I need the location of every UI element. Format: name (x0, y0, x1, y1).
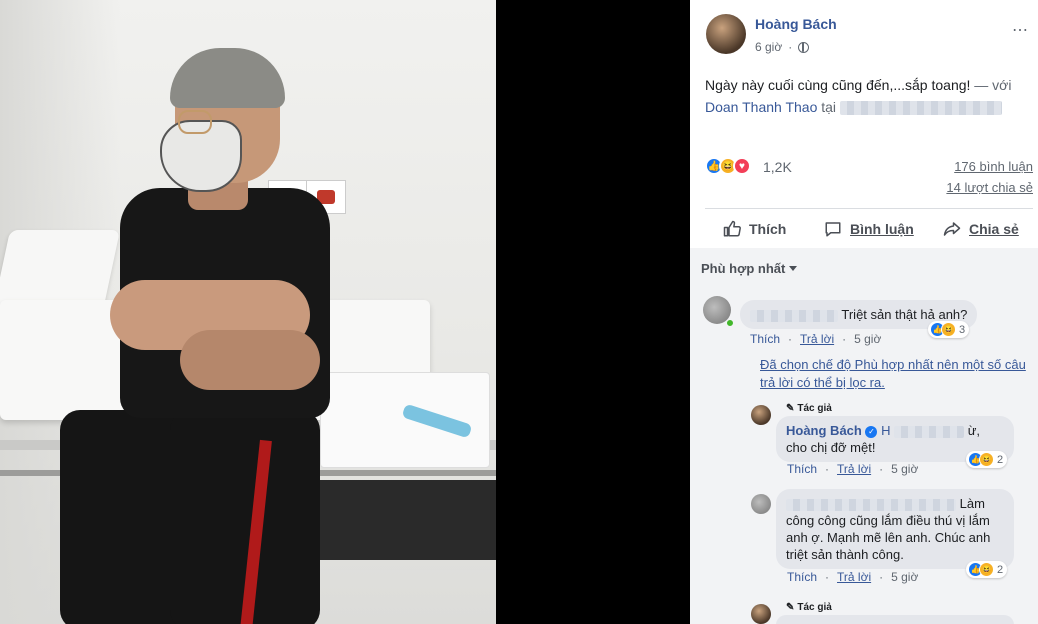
comment-time[interactable]: 5 giờ (854, 332, 881, 346)
blurred-commenter-name[interactable] (750, 309, 838, 322)
photo-hair (170, 48, 285, 108)
post-panel: Hoàng Bách 6 giờ · ⋯ Ngày này cuối cùng … (690, 0, 1038, 624)
blurred-commenter-name[interactable] (786, 498, 956, 511)
reply-avatar[interactable] (751, 494, 771, 514)
reply-text-b: công công cũng lắm điều thú vị lắm anh ợ… (786, 513, 991, 562)
author-tag-label: Tác giả (797, 602, 832, 613)
thumbs-up-icon (723, 220, 741, 237)
blurred-text (894, 425, 965, 438)
post-with: — với (970, 77, 1012, 93)
reply-like-link[interactable]: Thích (787, 462, 817, 476)
photo-arm (180, 330, 320, 390)
comment-reply-link[interactable]: Trả lời (800, 332, 834, 346)
sort-dropdown[interactable]: Phù hợp nhất (701, 261, 798, 276)
reply-actions: Thích · Trả lời · 5 giờ (787, 570, 918, 584)
tagged-user-link[interactable]: Doan Thanh Thao (705, 99, 817, 115)
haha-reaction-icon: 😆 (941, 322, 956, 337)
post-at: tại (821, 99, 837, 115)
comment-text: Triệt sản thật hả anh? (841, 307, 968, 322)
comment-label: Bình luận (850, 221, 914, 237)
share-icon (943, 222, 961, 236)
comments-count-link[interactable]: 176 bình luận (954, 159, 1033, 174)
separator: · (879, 570, 884, 584)
post-meta: 6 giờ · (755, 40, 810, 54)
post-message: Ngày này cuối cùng cũng đến,...sắp toang… (705, 74, 1030, 118)
shares-count-link[interactable]: 14 lượt chia sẻ (946, 180, 1033, 195)
pencil-icon: ✎ (786, 403, 795, 414)
comment-section: Phù hợp nhất Triệt sản thật hả anh? 👍 😆 … (690, 248, 1038, 624)
post-photo[interactable] (0, 0, 496, 624)
reply-author[interactable]: Hoàng Bách (786, 423, 862, 438)
reply-reply-link[interactable]: Trả lời (837, 462, 871, 476)
separator: · (788, 332, 793, 346)
reply-text-a: Làm (959, 496, 985, 511)
separator: · (825, 570, 830, 584)
haha-reaction-icon: 😆 (979, 562, 994, 577)
post-author[interactable]: Hoàng Bách (755, 16, 837, 32)
comment-reactions[interactable]: 👍 😆 3 (928, 321, 970, 338)
verified-badge-icon: ✓ (865, 425, 878, 438)
share-label: Chia sẻ (969, 221, 1019, 237)
haha-reaction-icon: 😆 (979, 452, 994, 467)
separator: · (842, 332, 847, 346)
author-avatar[interactable] (706, 14, 746, 54)
photo-towel (320, 372, 490, 468)
reply-bubble (776, 615, 1014, 624)
more-options-icon[interactable]: ⋯ (1012, 20, 1028, 40)
photo-glasses (178, 110, 212, 134)
reply-time[interactable]: 5 giờ (891, 570, 918, 584)
reply-text-prefix: H (881, 423, 891, 438)
reply-avatar[interactable] (751, 405, 771, 425)
pencil-icon: ✎ (786, 602, 795, 613)
reply-actions: Thích · Trả lời · 5 giờ (787, 462, 918, 476)
globe-icon (798, 41, 810, 53)
divider (705, 208, 1033, 209)
reaction-count[interactable]: 1,2K (763, 159, 792, 175)
reply-reaction-count: 2 (997, 453, 1004, 466)
comment-like-link[interactable]: Thích (750, 332, 780, 346)
screen: Hoàng Bách 6 giờ · ⋯ Ngày này cuối cùng … (0, 0, 1038, 624)
blurred-location (839, 101, 1002, 116)
separator: · (825, 462, 830, 476)
comment-icon (825, 222, 841, 237)
comment-actions: Thích · Trả lời · 5 giờ (750, 332, 881, 346)
reply-text-mid: ừ, (967, 423, 981, 438)
comment-button[interactable]: Bình luận (824, 220, 914, 238)
reaction-icons[interactable]: 👍 😆 ♥ (705, 157, 751, 175)
reply-bubble: Làm công công cũng lắm điều thú vị lắm a… (776, 489, 1014, 569)
reply-reaction-count: 2 (997, 563, 1004, 576)
post-time[interactable]: 6 giờ (755, 40, 782, 54)
reply-reply-link[interactable]: Trả lời (837, 570, 871, 584)
photo-bed-frame (300, 480, 496, 560)
love-reaction-icon: ♥ (733, 157, 751, 175)
separator: · (879, 462, 884, 476)
online-status-dot (726, 319, 734, 327)
caret-down-icon (789, 266, 798, 271)
reply-like-link[interactable]: Thích (787, 570, 817, 584)
author-tag: ✎ Tác giả (786, 403, 832, 414)
reply-reactions[interactable]: 👍 😆 2 (966, 451, 1008, 468)
like-button[interactable]: Thích (723, 220, 786, 238)
reply-avatar[interactable] (751, 604, 771, 624)
share-button[interactable]: Chia sẻ (943, 220, 1019, 238)
author-tag: ✎ Tác giả (786, 602, 832, 613)
reply-text-end: cho chị đỡ mệt! (786, 440, 876, 455)
reply-time[interactable]: 5 giờ (891, 462, 918, 476)
author-tag-label: Tác giả (797, 403, 832, 414)
reply-reactions[interactable]: 👍 😆 2 (966, 561, 1008, 578)
like-label: Thích (749, 221, 787, 237)
sort-label: Phù hợp nhất (701, 261, 786, 276)
post-separator: · (788, 40, 793, 54)
filter-notice-link[interactable]: Đã chọn chế độ Phù hợp nhất nên một số c… (760, 356, 1035, 392)
post-text: Ngày này cuối cùng cũng đến,...sắp toang… (705, 77, 971, 93)
comment-reaction-count: 3 (959, 323, 966, 336)
